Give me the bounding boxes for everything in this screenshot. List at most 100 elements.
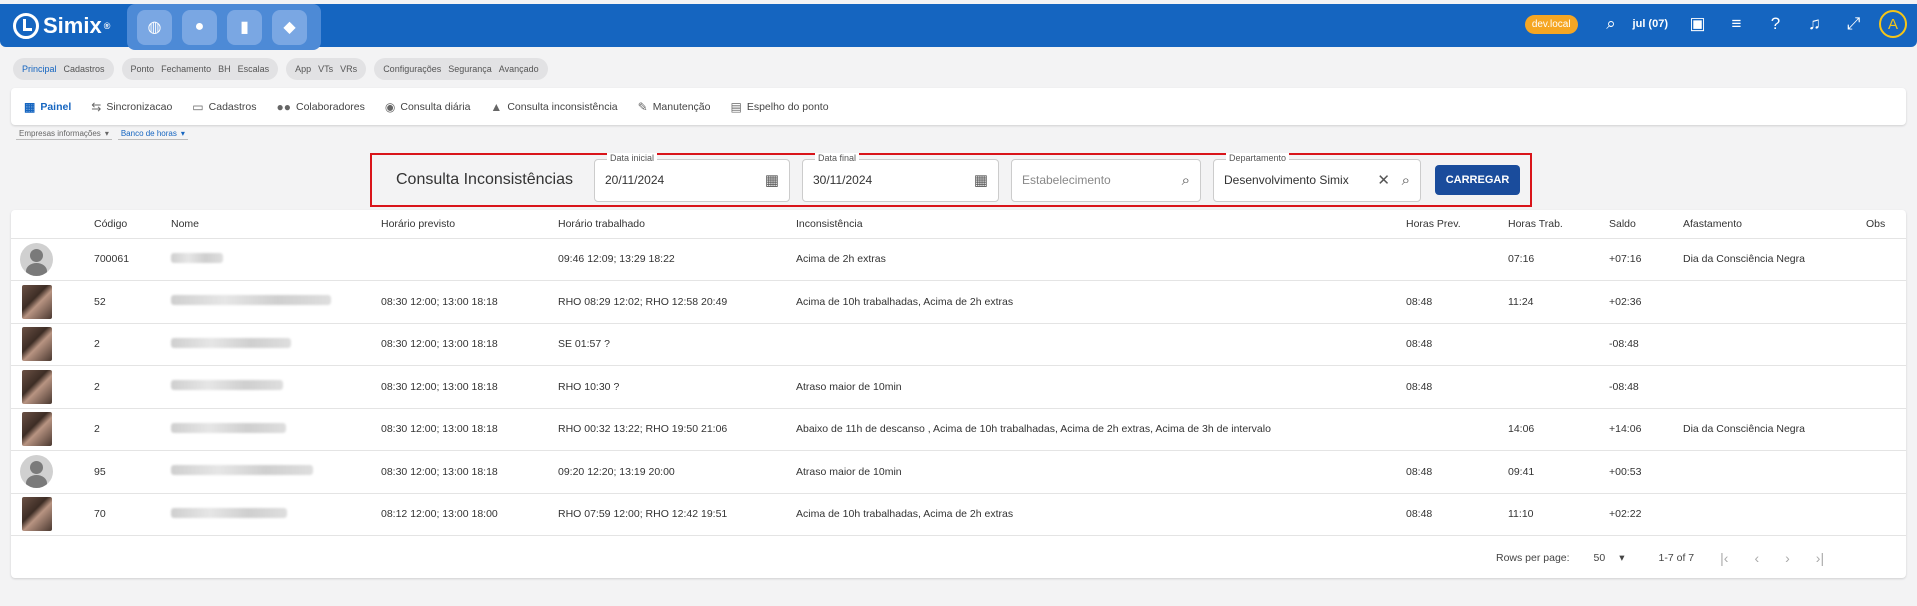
page-subnav: ▦ Painel ⇆ Sincronizacao ▭ Cadastros ●● Cola… [11,88,1906,125]
shield-icon[interactable]: ◆ [272,9,307,45]
nav-principal[interactable]: Principal [22,64,57,74]
header-horas-prev[interactable]: Horas Prev. [1406,210,1508,239]
nav-escalas[interactable]: Escalas [238,64,270,74]
subnav-sincronizacao[interactable]: ⇆ Sincronizacao [91,100,172,114]
calendar-icon[interactable]: ▦ [765,171,779,189]
subnav-cadastros[interactable]: ▭ Cadastros [192,100,256,114]
header-afastamento[interactable]: Afastamento [1683,210,1866,239]
picture-in-picture-icon[interactable]: ▣ [1678,14,1717,34]
default-avatar-icon [20,455,53,489]
cell-afastamento [1683,280,1866,324]
header-nome[interactable]: Nome [171,210,381,239]
warning-icon: ▲ [490,99,503,114]
close-icon[interactable]: ✕ [1377,171,1390,189]
data-inicial-field[interactable]: Data inicial 20/11/2024 ▦ [594,152,790,202]
subnav-consulta-inconsistencia[interactable]: ▲ Consulta inconsistência [490,100,617,114]
table-row[interactable]: 700061 09:46 12:09; 13:29 18:22 Acima de 2… [11,238,1906,281]
rows-per-page-select[interactable]: 50 ▾ [1594,552,1625,564]
month-selector[interactable]: jul (07) [1633,18,1668,30]
redacted-name [171,507,287,518]
next-page-icon[interactable]: › [1785,550,1790,566]
subnav-colaboradores[interactable]: ●● Colaboradores [277,100,365,114]
header-saldo[interactable]: Saldo [1609,210,1683,239]
cell-inconsistencia [796,323,1406,366]
cell-obs [1866,280,1906,324]
nav-configuracoes[interactable]: Configurações [383,64,441,74]
default-avatar-icon [20,242,53,276]
nav-group-app: App VTs VRs [286,58,367,80]
cell-saldo: +00:53 [1609,450,1683,494]
nav-seguranca[interactable]: Segurança [448,64,492,74]
cell-nome [171,493,381,536]
first-page-icon[interactable]: |‹ [1720,550,1728,566]
estabelecimento-field[interactable]: Estabelecimento ⌕ [1011,158,1201,202]
header-inconsistencia[interactable]: Inconsistência [796,210,1406,239]
header-avatar [11,210,94,239]
top-app-bar: Simix ® ◍ ● ▮ ◆ dev.local ⌕ jul (07) ▣ ≡ … [0,4,1917,50]
header-codigo[interactable]: Código [94,210,171,239]
cell-obs [1866,493,1906,536]
chip-banco-de-horas[interactable]: Banco de horas ▾ [117,128,188,140]
subnav-manutencao[interactable]: ✎ Manutenção [638,100,711,114]
field-value: 30/11/2024 [813,173,873,187]
search-icon[interactable]: ⌕ [1592,14,1631,34]
user-avatar[interactable]: A [1879,10,1907,38]
fullscreen-icon[interactable]: ⤢ [1834,14,1873,34]
bell-icon[interactable]: ♫ [1795,14,1834,34]
table-row[interactable]: 2 08:30 12:00; 13:00 18:18 RHO 00:32 13:22… [11,408,1906,451]
cell-trabalhado: RHO 07:59 12:00; RHO 12:42 19:51 [558,493,796,536]
search-icon[interactable]: ⌕ [1402,172,1410,189]
nav-app[interactable]: App [295,64,311,74]
search-icon[interactable]: ⌕ [1182,172,1190,189]
table-row[interactable]: 2 08:30 12:00; 13:00 18:18 RHO 10:30 ? Atra… [11,365,1906,409]
cell-inconsistencia: Acima de 2h extras [796,238,1406,281]
nav-vts[interactable]: VTs [318,64,333,74]
cell-afastamento: Dia da Consciência Negra [1683,238,1866,281]
cell-saldo: +07:16 [1609,238,1683,281]
cell-previsto: 08:30 12:00; 13:00 18:18 [381,408,558,451]
subnav-consulta-diaria[interactable]: ◉ Consulta diária [385,100,471,114]
cell-afastamento [1683,323,1866,366]
last-page-icon[interactable]: ›| [1816,550,1824,566]
header-obs[interactable]: Obs [1866,210,1906,239]
tune-icon[interactable]: ≡ [1717,14,1756,34]
app-logo[interactable]: Simix ® [13,13,110,39]
cell-trabalhado: RHO 08:29 12:02; RHO 12:58 20:49 [558,280,796,324]
departamento-field[interactable]: Departamento Desenvolvimento Simix ✕ ⌕ [1213,152,1421,202]
subnav-espelho-ponto[interactable]: ▤ Espelho do ponto [730,100,828,114]
header-horario-trabalhado[interactable]: Horário trabalhado [558,210,796,239]
cell-codigo: 52 [94,280,171,324]
chevron-down-icon: ▾ [180,129,185,138]
cell-trabalhado: RHO 00:32 13:22; RHO 19:50 21:06 [558,408,796,451]
person-icon[interactable]: ● [182,9,217,45]
nav-bh[interactable]: BH [218,64,231,74]
nav-vrs[interactable]: VRs [340,64,357,74]
globe-icon[interactable]: ◍ [137,9,172,45]
cell-codigo: 2 [94,408,171,451]
table-row[interactable]: 2 08:30 12:00; 13:00 18:18 SE 01:57 ? 08:48… [11,323,1906,366]
chip-empresas-informacoes[interactable]: Empresas informações ▾ [16,128,112,140]
nav-cadastros[interactable]: Cadastros [64,64,105,74]
nav-avancado[interactable]: Avançado [499,64,539,74]
table-row[interactable]: 70 08:12 12:00; 13:00 18:00 RHO 07:59 12:0… [11,493,1906,536]
table-pagination: Rows per page: 50 ▾ 1-7 of 7 |‹ ‹ › ›| [1486,538,1906,578]
cell-saldo: +02:36 [1609,280,1683,324]
cell-codigo: 700061 [94,238,171,281]
cell-previsto: 08:30 12:00; 13:00 18:18 [381,365,558,409]
header-horas-trab[interactable]: Horas Trab. [1508,210,1609,239]
data-final-field[interactable]: Data final 30/11/2024 ▦ [802,152,999,202]
help-icon[interactable]: ? [1756,14,1795,34]
table-row[interactable]: 95 08:30 12:00; 13:00 18:18 09:20 12:20; 1… [11,450,1906,494]
header-horario-previsto[interactable]: Horário previsto [381,210,558,239]
prev-page-icon[interactable]: ‹ [1754,550,1759,566]
carregar-button[interactable]: CARREGAR [1435,165,1520,195]
table-row[interactable]: 52 08:30 12:00; 13:00 18:18 RHO 08:29 12:0… [11,280,1906,324]
calendar-icon[interactable]: ▦ [974,171,988,189]
cell-horas-prev: 08:48 [1406,493,1508,536]
table-header-row: Código Nome Horário previsto Horário tra… [11,210,1906,239]
subnav-painel[interactable]: ▦ Painel [24,100,71,114]
nav-ponto[interactable]: Ponto [131,64,155,74]
nav-fechamento[interactable]: Fechamento [161,64,211,74]
cell-avatar [11,450,94,494]
bar-chart-icon[interactable]: ▮ [227,9,262,45]
